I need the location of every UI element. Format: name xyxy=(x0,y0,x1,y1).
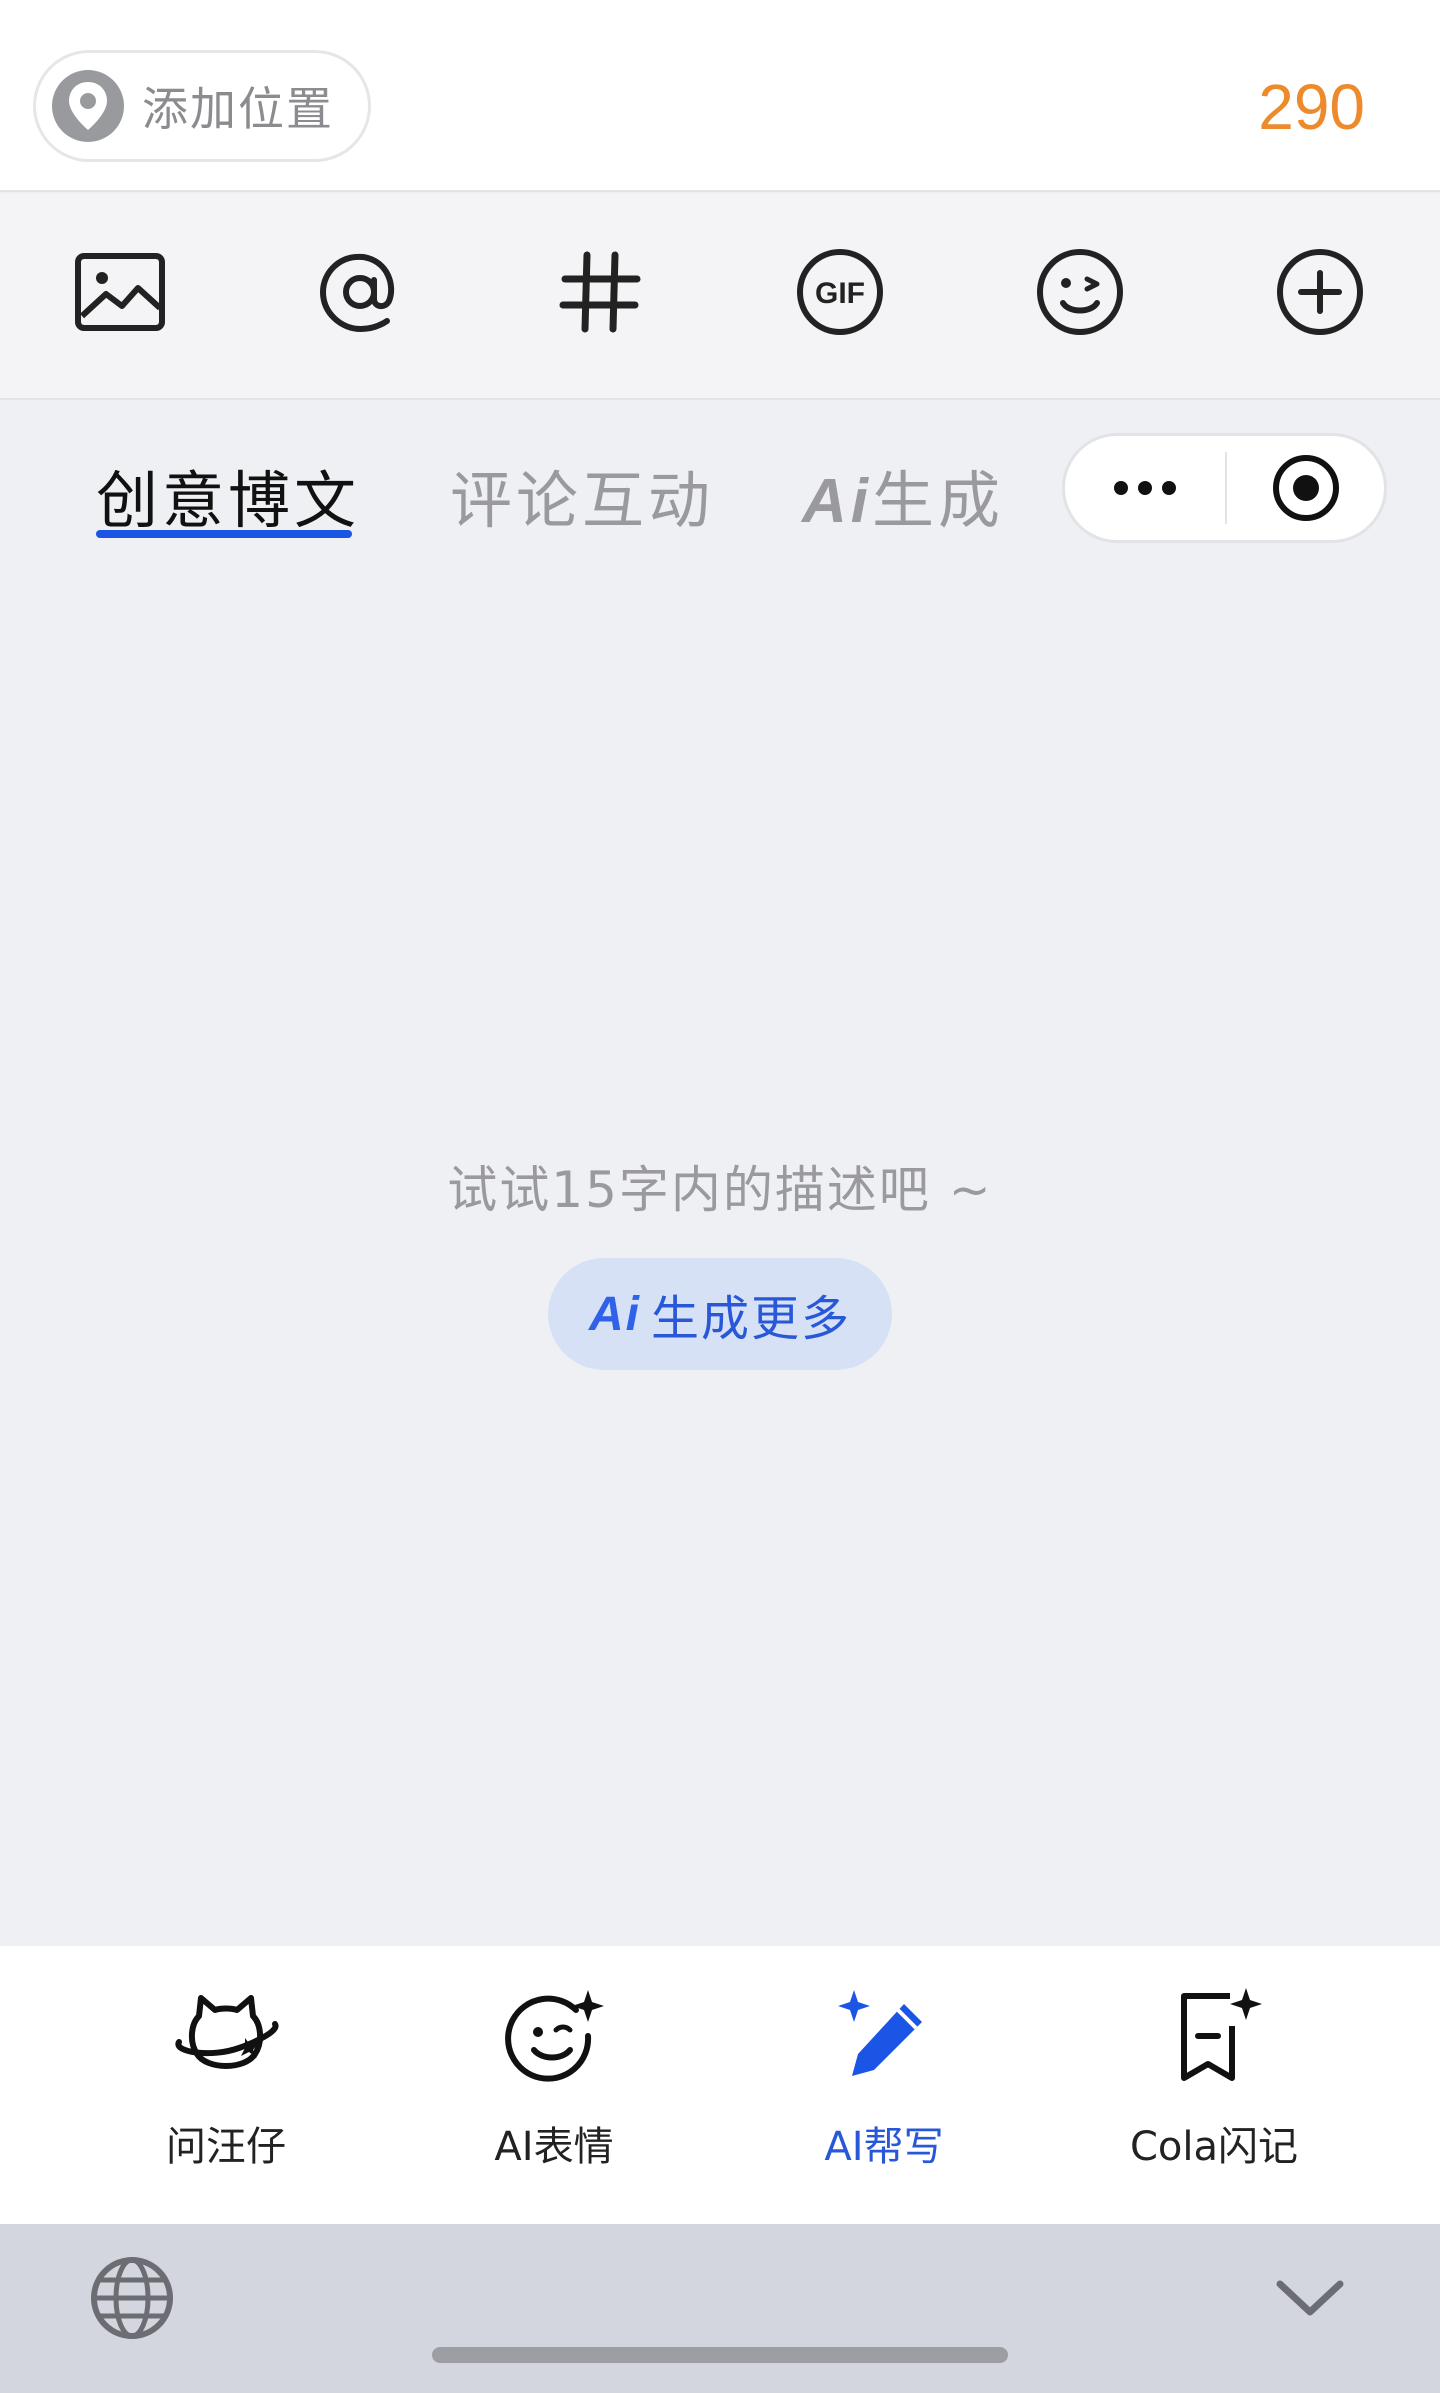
hashtag-icon[interactable] xyxy=(550,242,650,342)
svg-text:GIF: GIF xyxy=(815,277,865,310)
at-icon[interactable] xyxy=(310,242,410,342)
ai-feature-bar: 问汪仔 AI表情 AI帮写 Cola闪记 xyxy=(0,1946,1440,2224)
ai-item-label: 问汪仔 xyxy=(166,2124,286,2170)
ai-item-label: Cola闪记 xyxy=(1129,2124,1299,2170)
compose-toolbar: GIF xyxy=(0,194,1440,400)
keyboard-accessory-bar xyxy=(0,2224,1440,2393)
globe-icon[interactable] xyxy=(88,2254,176,2342)
add-location-label: 添加位置 xyxy=(142,82,334,136)
generate-more-label: 生成更多 xyxy=(650,1291,851,1347)
add-icon[interactable] xyxy=(1270,242,1370,342)
emoji-icon[interactable] xyxy=(1030,242,1130,342)
active-tab-indicator xyxy=(96,530,352,538)
home-indicator xyxy=(432,2347,1008,2363)
ai-logo-text: Ai xyxy=(802,467,872,536)
sparkle-emoji-icon xyxy=(494,1976,614,2096)
sparkle-pen-icon xyxy=(824,1976,944,2096)
remaining-char-count: 290 xyxy=(1258,71,1365,143)
ai-item-label: AI帮写 xyxy=(824,2124,944,2170)
tab-comment-interaction[interactable]: 评论互动 xyxy=(450,450,714,540)
tab-ai-generate-label: 生成 xyxy=(872,464,1005,537)
ai-item-ai-write[interactable]: AI帮写 xyxy=(754,1976,1014,2196)
ai-generate-more-button[interactable]: Ai 生成更多 xyxy=(548,1258,892,1370)
ai-item-ask-wangzai[interactable]: 问汪仔 xyxy=(96,1976,356,2196)
mini-program-capsule xyxy=(1062,433,1387,543)
image-icon[interactable] xyxy=(70,242,170,342)
chevron-down-icon[interactable] xyxy=(1272,2260,1348,2336)
ai-logo-text: Ai xyxy=(588,1287,641,1341)
record-icon[interactable] xyxy=(1227,436,1384,540)
planet-face-icon xyxy=(166,1976,286,2096)
top-bar: 添加位置 290 xyxy=(0,0,1440,192)
location-pin-icon xyxy=(52,70,124,142)
gif-icon[interactable]: GIF xyxy=(790,242,890,342)
more-icon[interactable] xyxy=(1065,436,1225,540)
add-location-button[interactable]: 添加位置 xyxy=(33,50,371,162)
sparkle-bookmark-icon xyxy=(1154,1976,1274,2096)
ai-item-ai-emoji[interactable]: AI表情 xyxy=(424,1976,684,2196)
tab-creative-post[interactable]: 创意博文 xyxy=(96,450,360,540)
tab-ai-generate[interactable]: Ai生成 xyxy=(802,450,1004,540)
ai-item-cola-notes[interactable]: Cola闪记 xyxy=(1084,1976,1344,2196)
empty-hint: 试试15字内的描述吧 ~ xyxy=(447,1161,993,1219)
ai-item-label: AI表情 xyxy=(494,2124,614,2170)
